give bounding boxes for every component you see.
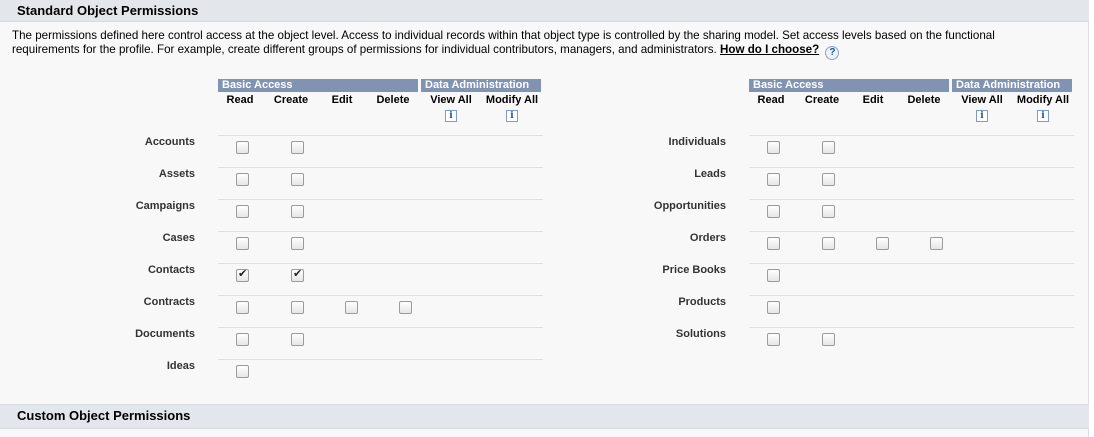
row-divider xyxy=(749,295,1074,296)
permission-checkbox-delete[interactable] xyxy=(399,301,412,314)
permission-checkbox-create[interactable] xyxy=(291,267,304,282)
permission-checkbox-read[interactable] xyxy=(767,141,780,154)
custom-permissions-header: Custom Object Permissions xyxy=(0,404,1089,429)
info-icon[interactable]: i xyxy=(445,110,457,122)
permission-checkbox-edit[interactable] xyxy=(345,301,358,314)
row-divider xyxy=(218,295,543,296)
permission-checkbox-create[interactable] xyxy=(291,205,304,218)
object-label: Leads xyxy=(694,168,726,180)
permission-checkbox-read[interactable] xyxy=(767,269,780,282)
permission-checkbox-edit[interactable] xyxy=(876,237,889,250)
object-permissions-panel: Standard Object Permissions The permissi… xyxy=(0,0,1089,437)
object-label: Orders xyxy=(689,232,726,244)
object-label: Opportunities xyxy=(653,200,726,212)
how-do-i-choose-link[interactable]: How do I choose? xyxy=(720,43,819,56)
right-permissions-table: Basic Access Data Administration Read Creat… xyxy=(531,79,1076,389)
object-label: Documents xyxy=(135,328,195,340)
row-divider xyxy=(749,327,1074,328)
object-label: Contacts xyxy=(147,264,195,276)
permission-checkbox-read[interactable] xyxy=(767,173,780,186)
row-divider xyxy=(218,231,543,232)
permission-checkbox-create[interactable] xyxy=(291,173,304,186)
permission-checkbox-create[interactable] xyxy=(291,301,304,314)
row-divider xyxy=(749,167,1074,168)
permission-checkbox-read[interactable] xyxy=(236,237,249,250)
object-label: Solutions xyxy=(675,328,726,340)
standard-permissions-header: Standard Object Permissions xyxy=(0,0,1089,22)
permission-checkbox-read[interactable] xyxy=(236,267,249,282)
row-divider xyxy=(218,327,543,328)
permission-checkbox-read[interactable] xyxy=(767,333,780,346)
permission-checkbox-create[interactable] xyxy=(822,141,835,154)
basic-access-group-header: Basic Access xyxy=(749,79,949,92)
permission-checkbox-read[interactable] xyxy=(236,365,249,378)
object-label: Ideas xyxy=(166,360,195,372)
column-header-modify-all: Modify All xyxy=(1016,94,1070,106)
column-header-delete: Delete xyxy=(376,94,410,106)
info-icon[interactable]: i xyxy=(506,110,518,122)
row-divider xyxy=(218,135,543,136)
permission-checkbox-create[interactable] xyxy=(291,141,304,154)
permission-checkbox-read[interactable] xyxy=(767,237,780,250)
permission-checkbox-read[interactable] xyxy=(236,333,249,346)
permission-checkbox-create[interactable] xyxy=(822,173,835,186)
basic-access-group-header: Basic Access xyxy=(218,79,418,92)
row-divider xyxy=(218,263,543,264)
permission-checkbox-create[interactable] xyxy=(822,205,835,218)
permission-checkbox-read[interactable] xyxy=(236,205,249,218)
permission-checkbox-create[interactable] xyxy=(822,333,835,346)
data-administration-group-header: Data Administration xyxy=(952,79,1072,92)
row-divider xyxy=(218,199,543,200)
object-label: Assets xyxy=(158,168,195,180)
permission-checkbox-delete[interactable] xyxy=(930,237,943,250)
object-label: Campaigns xyxy=(135,200,195,212)
standard-permissions-title: Standard Object Permissions xyxy=(17,3,199,18)
intro-paragraph: The permissions defined here control acc… xyxy=(12,29,1052,60)
object-label: Contracts xyxy=(143,296,195,308)
row-divider xyxy=(749,263,1074,264)
custom-permissions-title: Custom Object Permissions xyxy=(17,408,191,423)
intro-text: The permissions defined here control acc… xyxy=(12,29,995,56)
row-divider xyxy=(218,359,543,360)
permission-checkbox-read[interactable] xyxy=(767,205,780,218)
permission-checkbox-create[interactable] xyxy=(822,237,835,250)
row-divider xyxy=(218,167,543,168)
permission-checkbox-create[interactable] xyxy=(291,237,304,250)
permission-checkbox-create[interactable] xyxy=(291,333,304,346)
permission-checkbox-read[interactable] xyxy=(236,301,249,314)
object-label: Cases xyxy=(162,232,195,244)
object-label: Accounts xyxy=(144,136,195,148)
info-icon[interactable]: i xyxy=(976,110,988,122)
column-header-view-all: View All xyxy=(430,94,472,106)
data-administration-group-header: Data Administration xyxy=(421,79,541,92)
row-divider xyxy=(749,135,1074,136)
permission-checkbox-read[interactable] xyxy=(767,301,780,314)
help-icon[interactable]: ? xyxy=(825,46,840,60)
info-icon[interactable]: i xyxy=(1037,110,1049,122)
permission-checkbox-read[interactable] xyxy=(236,141,249,154)
permission-checkbox-read[interactable] xyxy=(236,173,249,186)
object-label: Price Books xyxy=(662,264,726,276)
object-label: Products xyxy=(678,296,726,308)
object-label: Individuals xyxy=(668,136,726,148)
column-header-view-all: View All xyxy=(961,94,1003,106)
row-divider xyxy=(749,231,1074,232)
left-permissions-table: Basic Access Data Administration Read Creat… xyxy=(0,79,545,389)
row-divider xyxy=(749,199,1074,200)
column-header-delete: Delete xyxy=(907,94,941,106)
